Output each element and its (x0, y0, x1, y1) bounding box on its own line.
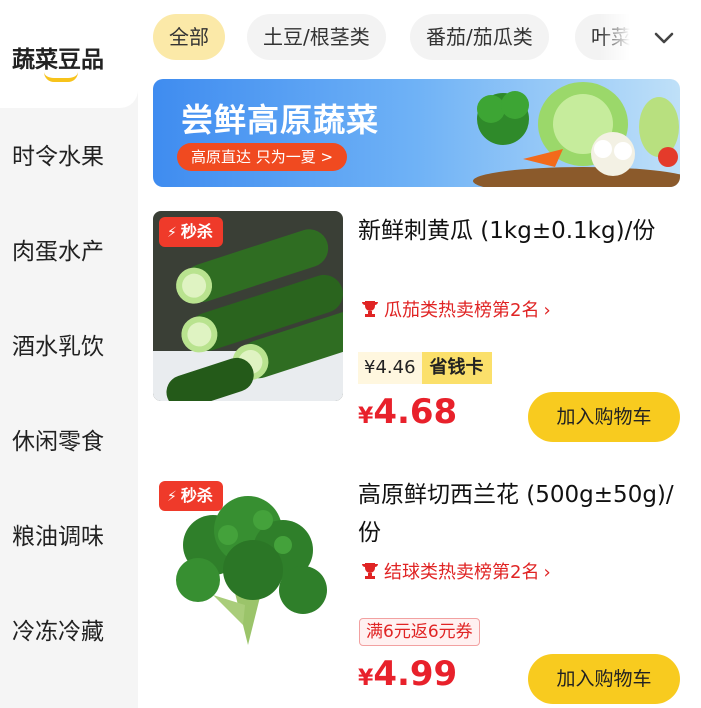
ranking-link[interactable]: 结球类热卖榜第2名 › (360, 559, 551, 587)
sidebar-item-grain-oil[interactable]: 粮油调味 (0, 517, 138, 551)
active-indicator (44, 72, 78, 82)
product-title[interactable]: 新鲜刺黄瓜 (1kg±0.1kg)/份 (358, 212, 683, 250)
chip-tomato-eggplant[interactable]: 番茄/茄瓜类 (410, 14, 549, 60)
banner-cta[interactable]: 高原直达 只为一夏 > (177, 143, 348, 171)
product-title[interactable]: 高原鲜切西兰花 (500g±50g)/份 (358, 476, 683, 552)
chip-all[interactable]: 全部 (153, 14, 225, 60)
flash-sale-badge: ⚡ 秒杀 (159, 217, 223, 247)
promo-banner[interactable]: 尝鲜高原蔬菜 高原直达 只为一夏 > (153, 79, 680, 187)
sidebar-item-frozen[interactable]: 冷冻冷藏 (0, 612, 138, 646)
banner-title: 尝鲜高原蔬菜 (181, 101, 380, 139)
product-image-broccoli[interactable]: ⚡ 秒杀 (153, 475, 343, 665)
member-price-value: ¥4.46 (358, 352, 422, 384)
add-to-cart-button[interactable]: 加入购物车 (528, 654, 680, 704)
chip-potato-root[interactable]: 土豆/根茎类 (247, 14, 386, 60)
add-to-cart-button[interactable]: 加入购物车 (528, 392, 680, 442)
sidebar-item-vegetables[interactable]: 蔬菜豆品 (0, 40, 138, 74)
chip-fade (600, 10, 630, 64)
chevron-right-icon: › (543, 562, 551, 583)
lightning-icon: ⚡ (167, 225, 177, 241)
savings-card-tag: 省钱卡 (421, 352, 492, 384)
sidebar-item-meat-eggs-seafood[interactable]: 肉蛋水产 (0, 232, 138, 266)
category-sidebar: 蔬菜豆品 时令水果 肉蛋水产 酒水乳饮 休闲零食 粮油调味 冷冻冷藏 (0, 0, 138, 708)
ranking-link[interactable]: 瓜茄类热卖榜第2名 › (360, 297, 551, 325)
chevron-down-icon[interactable] (648, 22, 680, 54)
product-image-cucumber[interactable]: ⚡ 秒杀 (153, 211, 343, 401)
currency-symbol: ¥ (358, 666, 374, 691)
flash-sale-badge: ⚡ 秒杀 (159, 481, 223, 511)
lightning-icon: ⚡ (167, 489, 177, 505)
price-value: 4.99 (373, 654, 458, 694)
product-price: ¥4.99 (358, 654, 457, 694)
price-value: 4.68 (373, 392, 458, 432)
trophy-icon (362, 563, 378, 579)
sidebar-item-fruits[interactable]: 时令水果 (0, 137, 138, 171)
vegetables-illustration (473, 82, 680, 187)
chevron-right-icon: › (543, 300, 551, 321)
coupon-tag[interactable]: 满6元返6元券 (359, 618, 480, 646)
filter-chip-bar: 全部 土豆/根茎类 番茄/茄瓜类 叶菜 (150, 14, 630, 60)
trophy-icon (362, 301, 378, 317)
sidebar-item-snacks[interactable]: 休闲零食 (0, 422, 138, 456)
currency-symbol: ¥ (358, 404, 374, 429)
member-price: ¥4.46 省钱卡 (358, 352, 492, 384)
sidebar-item-drinks-dairy[interactable]: 酒水乳饮 (0, 327, 138, 361)
product-price: ¥4.68 (358, 392, 457, 432)
